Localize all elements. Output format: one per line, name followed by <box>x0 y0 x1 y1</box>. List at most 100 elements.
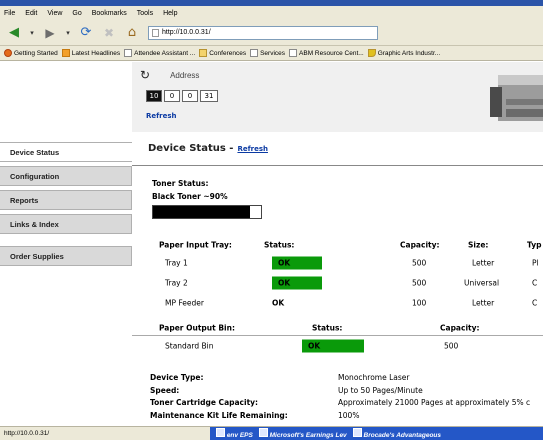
bin-capacity: 500 <box>444 341 459 351</box>
table-row: Standard Bin OK 500 <box>132 336 543 356</box>
input-tray-header: Paper Input Tray: Status: Capacity: Size… <box>132 237 543 253</box>
bookmark-abm-resource[interactable]: ABM Resource Cent... <box>289 49 364 57</box>
header-cell: Capacity: <box>400 240 440 250</box>
table-row: Tray 2 OK 500 Universal C <box>132 273 543 293</box>
taskbar-item-eps[interactable]: env EPS <box>216 428 253 439</box>
address-panel: ↻ Address 10 0 0 31 <box>140 68 290 102</box>
toner-section: Toner Status: Black Toner ~90% <box>152 179 262 219</box>
sidebar-item-reports[interactable]: Reports <box>0 190 132 210</box>
menu-view[interactable]: View <box>47 10 62 17</box>
address-octet-1[interactable]: 10 <box>146 90 162 102</box>
taskbar-label: env EPS <box>226 432 253 439</box>
address-octet-4[interactable]: 31 <box>200 90 218 102</box>
rss-icon <box>61 49 70 57</box>
info-row-device-type: Device Type: Monochrome Laser <box>150 373 543 386</box>
menu-help[interactable]: Help <box>163 10 177 17</box>
page-icon <box>289 49 298 57</box>
toner-level-fill <box>153 206 251 218</box>
info-label: Maintenance Kit Life Remaining: <box>150 410 288 420</box>
menu-edit[interactable]: Edit <box>25 10 37 17</box>
bookmark-latest-headlines[interactable]: Latest Headlines <box>61 49 121 57</box>
window-icon <box>216 428 225 437</box>
black-toner-label: Black Toner ~90% <box>152 192 228 201</box>
sidebar-item-configuration[interactable]: Configuration <box>0 166 132 186</box>
back-dropdown-icon[interactable]: ▾ <box>27 24 37 42</box>
reload-icon[interactable]: ⟳ <box>76 24 96 42</box>
page-title: Device Status - <box>148 143 234 154</box>
taskbar-label: Microsoft's Earnings Lev <box>269 432 347 439</box>
info-row-toner-capacity: Toner Cartridge Capacity: Approximately … <box>150 398 543 411</box>
status-badge: OK <box>272 276 322 290</box>
menu-tools[interactable]: Tools <box>137 10 153 17</box>
sidebar-nav: Device Status Configuration Reports Link… <box>0 142 132 270</box>
info-value: Approximately 21000 Pages at approximate… <box>338 398 531 407</box>
content-header: Device Status - Refresh <box>148 143 543 154</box>
status-badge: OK <box>272 256 322 270</box>
status-badge: OK <box>302 339 364 353</box>
status-url: http://10.0.0.31/ <box>4 430 50 437</box>
page-icon <box>124 49 133 57</box>
sidebar-item-links-index[interactable]: Links & Index <box>0 214 132 234</box>
bookmark-label: Latest Headlines <box>71 49 121 57</box>
bookmark-attendee-assistant[interactable]: Attendee Assistant ... <box>124 49 195 57</box>
bookmark-label: Services <box>260 49 286 57</box>
menu-bar: File Edit View Go Bookmarks Tools Help <box>0 6 543 20</box>
sidebar-item-label: Configuration <box>10 171 60 181</box>
bookmark-label: Conferences <box>209 49 247 57</box>
menu-go[interactable]: Go <box>72 10 81 17</box>
tray-size: Universal <box>464 278 500 288</box>
printer-image <box>490 75 543 121</box>
taskbar-item-brocade[interactable]: Brocade's Advantageous <box>352 428 442 439</box>
title-refresh-link[interactable]: Refresh <box>237 145 268 153</box>
tray-type: Pl <box>532 258 539 268</box>
header-cell: Status: <box>264 240 295 250</box>
bookmarks-bar: Getting Started Latest Headlines Attende… <box>0 46 543 61</box>
table-row: MP Feeder OK 100 Letter C <box>132 293 543 313</box>
sidebar-item-order-supplies[interactable]: Order Supplies <box>0 246 132 266</box>
stop-icon[interactable]: ✖ <box>99 24 119 42</box>
header-cell: Capacity: <box>440 323 480 332</box>
nav-toolbar: ◀ ▾ ▶ ▾ ⟳ ✖ ⌂ http://10.0.0.31/ <box>0 20 543 46</box>
address-octet-2[interactable]: 0 <box>164 90 180 102</box>
home-icon[interactable]: ⌂ <box>122 24 142 42</box>
url-bar[interactable]: http://10.0.0.31/ <box>148 25 378 40</box>
back-arrow-icon[interactable]: ◀ <box>4 24 24 42</box>
info-label: Device Type: <box>150 373 204 382</box>
page-icon <box>250 49 259 57</box>
page-icon <box>152 28 159 37</box>
header-divider <box>132 165 543 166</box>
folder-icon <box>199 49 208 57</box>
menu-file[interactable]: File <box>4 10 15 17</box>
address-label: Address <box>170 70 200 80</box>
url-text: http://10.0.0.31/ <box>162 29 211 36</box>
taskbar-label: Brocade's Advantageous <box>363 432 442 439</box>
info-value: Up to 50 Pages/Minute <box>338 385 423 395</box>
sidebar-item-label: Reports <box>10 195 39 205</box>
header-refresh-link[interactable]: Refresh <box>146 112 177 120</box>
output-bin-header: Paper Output Bin: Status: Capacity: <box>132 320 543 336</box>
refresh-circle-icon[interactable]: ↻ <box>140 68 150 82</box>
menu-bookmarks[interactable]: Bookmarks <box>92 10 127 17</box>
bookmark-conferences[interactable]: Conferences <box>199 49 246 57</box>
table-row: Tray 1 OK 500 Letter Pl <box>132 253 543 273</box>
bookmark-label: ABM Resource Cent... <box>299 49 364 57</box>
address-octet-3[interactable]: 0 <box>182 90 198 102</box>
bin-name: Standard Bin <box>165 341 214 351</box>
sidebar-item-label: Order Supplies <box>10 251 64 261</box>
bookmark-graphic-arts[interactable]: Graphic Arts Industr... <box>367 49 441 57</box>
tray-name: Tray 2 <box>165 278 188 288</box>
bookmark-label: Graphic Arts Industr... <box>377 49 441 57</box>
bookmark-getting-started[interactable]: Getting Started <box>4 49 58 57</box>
sidebar-item-label: Links & Index <box>10 219 59 229</box>
header-cell: Status: <box>312 323 343 332</box>
forward-arrow-icon[interactable]: ▶ <box>40 24 60 42</box>
tray-name: MP Feeder <box>165 298 204 308</box>
bookmark-services[interactable]: Services <box>250 49 285 57</box>
tray-type: C <box>532 278 538 288</box>
forward-dropdown-icon[interactable]: ▾ <box>63 24 73 42</box>
header-cell: Size: <box>468 240 489 250</box>
status-bar: http://10.0.0.31/ env EPS Microsoft's Ea… <box>0 426 543 440</box>
window-icon <box>352 428 362 437</box>
sidebar-item-device-status[interactable]: Device Status <box>0 142 132 162</box>
taskbar-item-earnings[interactable]: Microsoft's Earnings Lev <box>258 428 347 439</box>
